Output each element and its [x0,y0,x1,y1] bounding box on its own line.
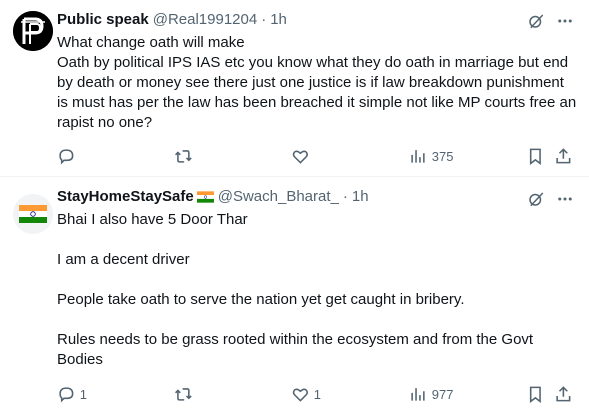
avatar-logo-icon [13,11,53,51]
bookmark-icon [529,386,541,403]
author-handle[interactable]: @Real1991204 [153,10,257,30]
repost-icon [175,387,192,401]
separator: · [342,188,348,205]
bookmark-button[interactable] [526,145,545,167]
timestamp[interactable]: 1h [270,10,287,30]
author-name[interactable]: Public speak [57,10,149,30]
like-button[interactable]: 1 [291,383,321,405]
post-text-line: What change oath will make [57,34,245,51]
grok-icon[interactable] [525,188,547,210]
share-icon [556,147,571,164]
views-icon [411,149,425,163]
post-text-line: Oath by political IPS IAS etc you know w… [57,54,577,131]
action-bar: 1 1 977 [57,383,577,405]
share-button[interactable] [554,145,573,167]
india-flag-avatar-icon [13,194,53,234]
grok-icon[interactable] [525,10,547,32]
views-count: 977 [431,386,454,402]
reply-button[interactable] [57,145,80,167]
like-icon [292,388,308,402]
bookmark-button[interactable] [526,383,545,405]
views-button[interactable]: 375 [409,145,453,167]
like-icon [292,150,308,164]
views-count: 375 [431,148,454,164]
post-text: What change oath will make Oath by polit… [57,33,577,133]
more-icon[interactable] [554,10,576,32]
post-public-speak[interactable]: Public speak @Real1991204 · 1h What chan… [0,0,589,176]
action-bar: 375 [57,145,577,167]
author-name[interactable]: StayHomeStaySafe [57,187,194,207]
avatar[interactable] [13,11,53,51]
like-button[interactable] [291,145,314,167]
india-flag-icon [196,191,214,203]
post-text-line: Bhai I also have 5 Door Thar [57,211,248,228]
avatar[interactable] [13,194,53,234]
reply-icon [59,148,74,165]
post-text-line: People take oath to serve the nation yet… [57,291,465,308]
post-stayhomestaysafe[interactable]: StayHomeStaySafe @Swach_Bharat_ · 1h Bha… [0,177,589,414]
reply-icon [59,386,74,403]
views-button[interactable]: 977 [409,383,453,405]
post-text-line: Rules needs to be grass rooted within th… [57,331,534,368]
timestamp[interactable]: 1h [352,187,369,207]
post-text-line: I am a decent driver [57,251,190,268]
repost-button[interactable] [174,383,197,405]
separator: · [261,11,267,28]
post-text: Bhai I also have 5 Door Thar I am a dece… [57,210,577,370]
like-count: 1 [313,386,321,402]
repost-button[interactable] [174,145,197,167]
views-icon [411,387,425,401]
author-handle[interactable]: @Swach_Bharat_ [218,187,339,207]
share-button[interactable] [554,383,573,405]
reply-count: 1 [79,386,87,402]
bookmark-icon [529,148,541,165]
more-icon[interactable] [554,188,576,210]
repost-icon [175,149,192,163]
reply-button[interactable]: 1 [57,383,87,405]
share-icon [556,385,571,402]
